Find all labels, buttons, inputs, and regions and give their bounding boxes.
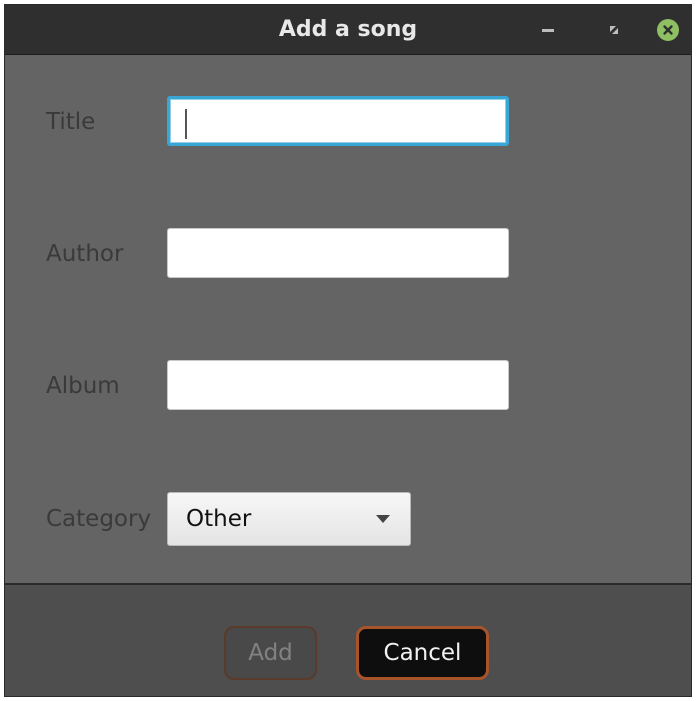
title-bar[interactable]: Add a song <box>5 5 691 55</box>
add-button[interactable]: Add <box>224 626 317 680</box>
window-title: Add a song <box>278 17 418 42</box>
chevron-down-icon <box>376 515 390 523</box>
album-input[interactable] <box>167 360 509 410</box>
cancel-button[interactable]: Cancel <box>356 626 489 680</box>
album-label: Album <box>46 373 120 399</box>
minimize-button[interactable] <box>535 17 561 43</box>
close-icon <box>657 19 679 41</box>
category-select[interactable]: Other <box>167 492 411 546</box>
title-label: Title <box>46 109 96 135</box>
button-bar: Add Cancel <box>5 583 691 696</box>
minimize-icon <box>542 28 554 32</box>
author-input[interactable] <box>167 228 509 278</box>
close-button[interactable] <box>655 17 681 43</box>
restore-button[interactable] <box>601 17 627 43</box>
author-label: Author <box>46 241 124 267</box>
song-form: Title Author Album Category Other <box>5 55 691 583</box>
restore-icon <box>610 26 618 34</box>
category-selected-value: Other <box>186 506 252 532</box>
add-song-dialog: Add a song Title Author Album Category O… <box>4 4 692 697</box>
text-caret <box>185 109 187 139</box>
category-label: Category <box>46 506 152 532</box>
title-input[interactable] <box>167 96 509 146</box>
